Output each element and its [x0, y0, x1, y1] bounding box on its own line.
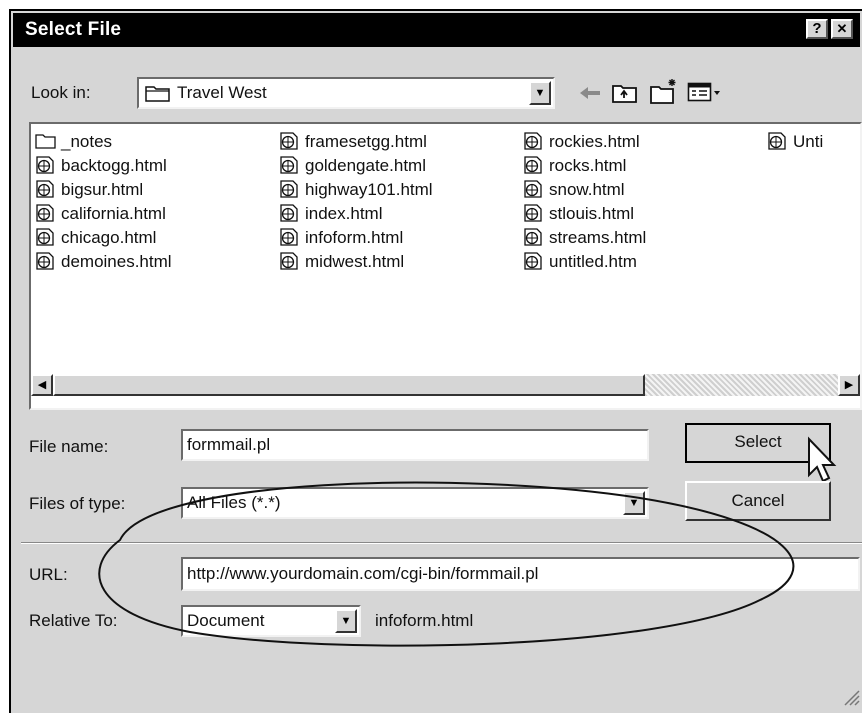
annotation-ellipse [98, 481, 795, 647]
